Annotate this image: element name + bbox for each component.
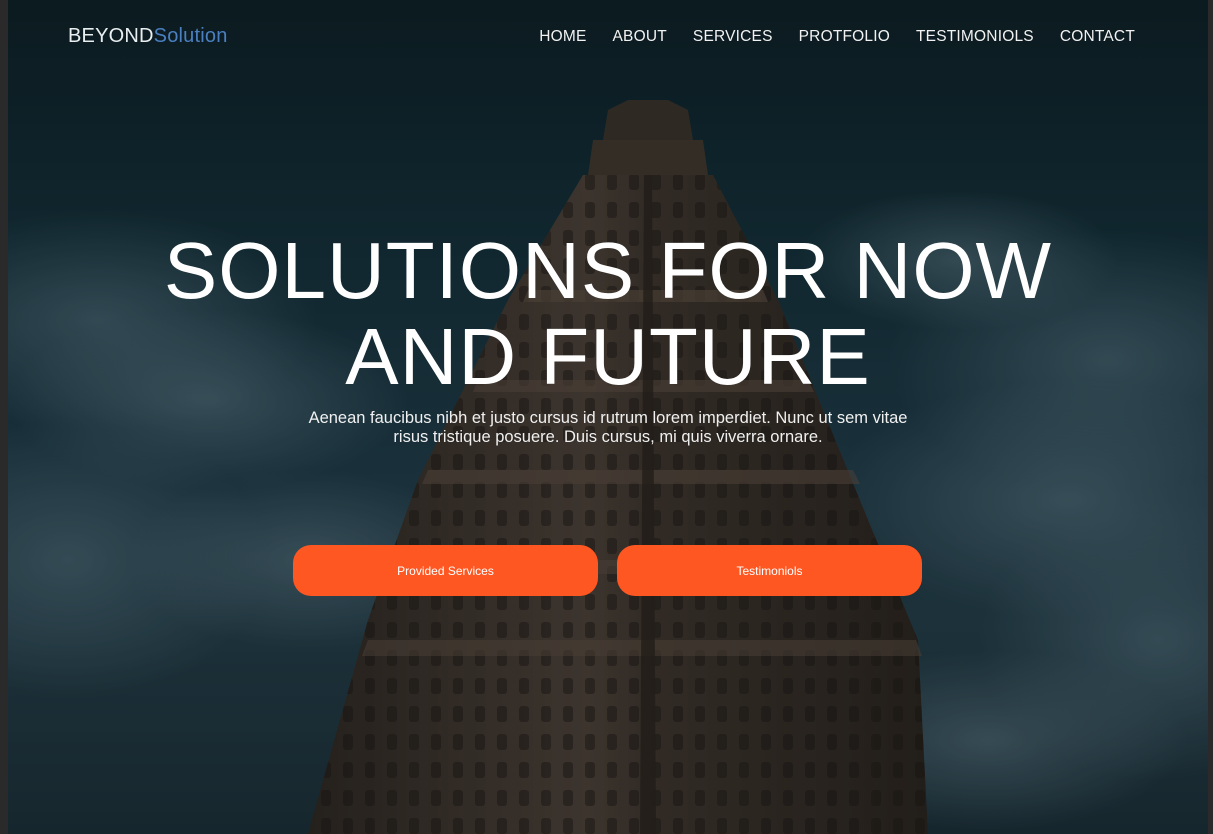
hero-subtitle-line-1: Aenean faucibus nibh et justo cursus id … [308, 409, 908, 427]
hero-headline-line-2: AND FUTURE [345, 312, 871, 401]
hero-section: BEYONDSolution HOME ABOUT SERVICES PROTF… [8, 0, 1208, 834]
provided-services-button[interactable]: Provided Services [293, 545, 598, 596]
brand-text-secondary: Solution [153, 25, 228, 47]
nav-link-testimonials[interactable]: TESTIMONIOLS [916, 28, 1034, 46]
hero-headline-line-1: SOLUTIONS FOR NOW [163, 226, 1053, 315]
nav-link-about[interactable]: ABOUT [613, 28, 667, 46]
brand-text-primary: BEYOND [68, 25, 154, 47]
hero-subtitle-line-2: risus tristique posuere. Duis cursus, mi… [393, 428, 823, 446]
hero-subtitle: Aenean faucibus nibh et justo cursus id … [288, 409, 928, 447]
nav-link-services[interactable]: SERVICES [693, 28, 773, 46]
testimonials-button[interactable]: Testimoniols [617, 545, 922, 596]
nav-link-portfolio[interactable]: PROTFOLIO [799, 28, 890, 46]
hero-headline: SOLUTIONS FOR NOW AND FUTURE [8, 228, 1208, 400]
top-navigation: BEYONDSolution HOME ABOUT SERVICES PROTF… [8, 0, 1208, 76]
brand-logo[interactable]: BEYONDSolution [68, 25, 228, 48]
nav-link-contact[interactable]: CONTACT [1060, 28, 1135, 46]
nav-menu: HOME ABOUT SERVICES PROTFOLIO TESTIMONIO… [513, 28, 1135, 46]
page-frame: BEYONDSolution HOME ABOUT SERVICES PROTF… [0, 0, 1213, 834]
nav-link-home[interactable]: HOME [539, 28, 586, 46]
